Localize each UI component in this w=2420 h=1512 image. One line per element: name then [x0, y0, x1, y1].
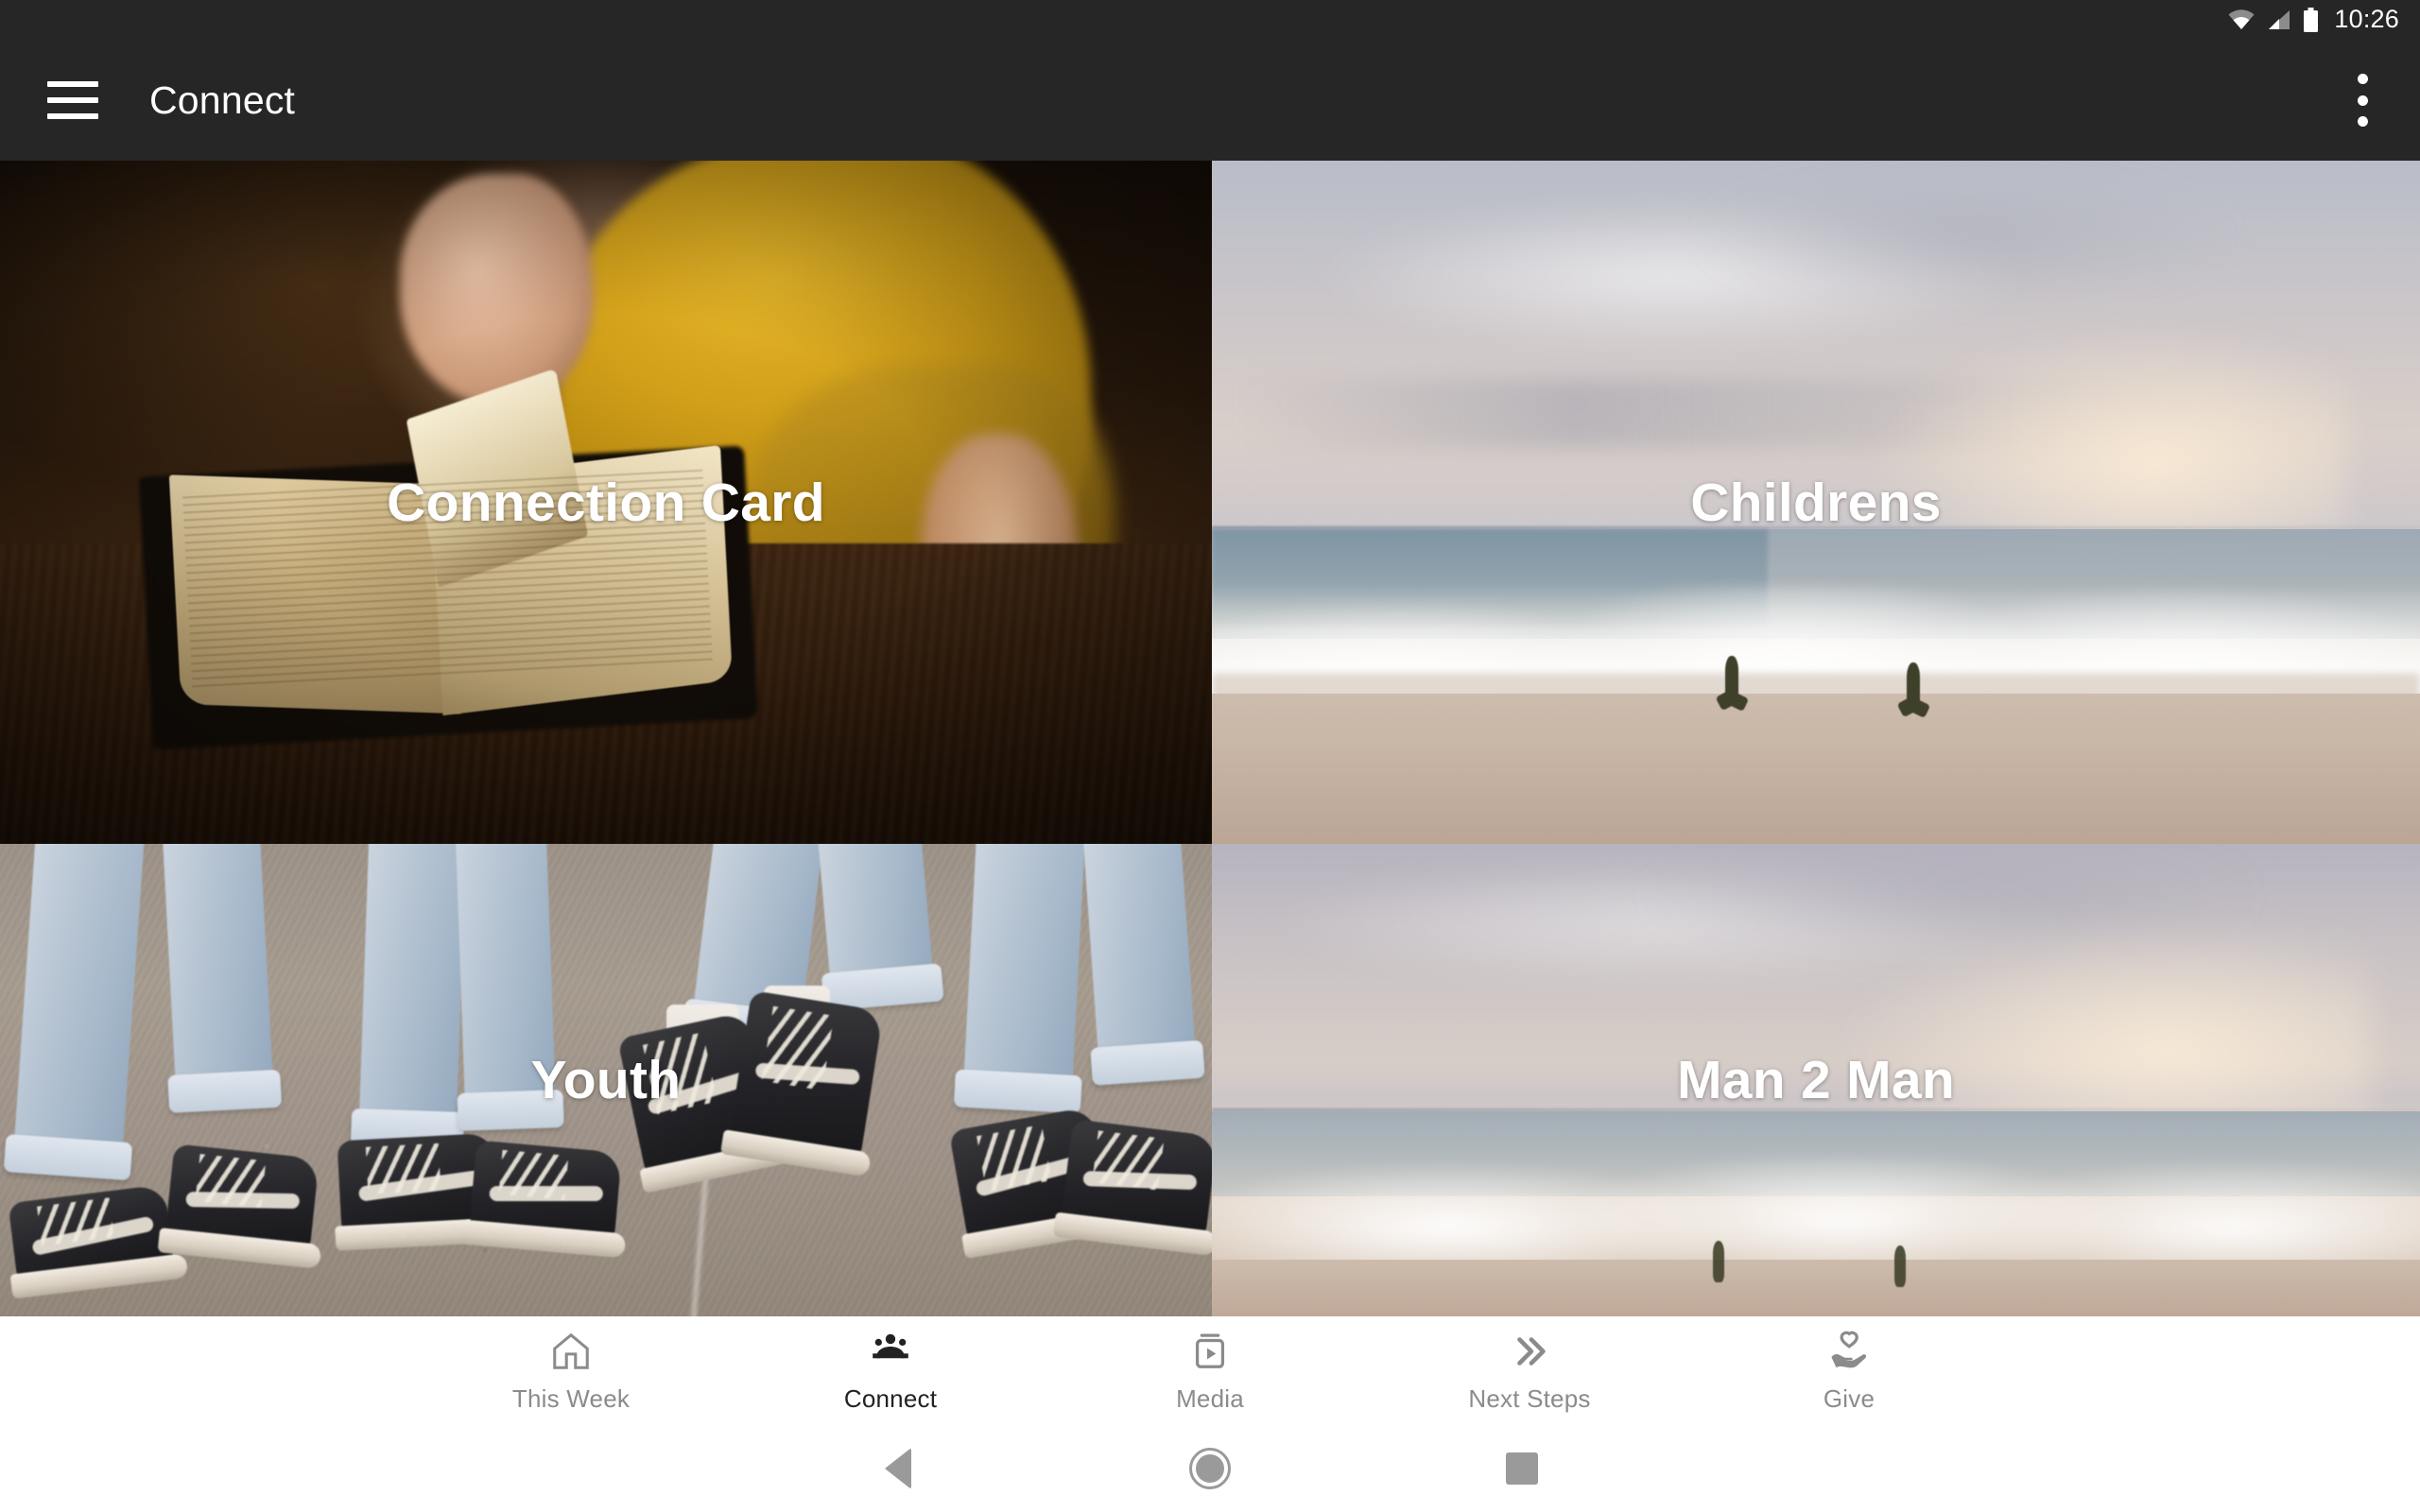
hamburger-menu-icon[interactable]: [47, 81, 98, 119]
nav-item-give[interactable]: Give: [1689, 1316, 2009, 1425]
tile-label: Man 2 Man: [1676, 1050, 1956, 1110]
double-chevron-right-icon: [1508, 1328, 1551, 1375]
nav-item-media[interactable]: Media: [1050, 1316, 1370, 1425]
tile-label: Youth: [530, 1050, 682, 1110]
status-bar-time: 10:26: [2334, 4, 2399, 33]
nav-label: This Week: [511, 1384, 631, 1413]
nav-label: Connect: [843, 1384, 938, 1413]
cell-signal-icon: [2267, 9, 2291, 31]
nav-item-this-week[interactable]: This Week: [411, 1316, 731, 1425]
wifi-icon: [2227, 9, 2256, 31]
people-group-icon: [869, 1328, 912, 1375]
nav-item-connect[interactable]: Connect: [731, 1316, 1050, 1425]
app-bar: Connect: [0, 40, 2420, 161]
tile-connection-card[interactable]: Connection Card: [0, 161, 1212, 844]
hand-heart-icon: [1827, 1328, 1871, 1375]
home-circle-icon[interactable]: [1054, 1448, 1366, 1489]
app-root: 10:26 Connect Connection Card Childrens …: [0, 0, 2420, 1512]
page-title: Connect: [149, 77, 296, 122]
nav-item-next-steps[interactable]: Next Steps: [1370, 1316, 1689, 1425]
tile-youth[interactable]: Youth: [0, 844, 1212, 1316]
more-vertical-icon[interactable]: [2341, 74, 2384, 127]
video-play-icon: [1188, 1328, 1232, 1375]
recents-square-icon[interactable]: [1366, 1452, 1678, 1485]
nav-label: Media: [1176, 1384, 1244, 1413]
battery-icon: [2303, 8, 2319, 32]
tile-childrens[interactable]: Childrens: [1212, 161, 2420, 844]
nav-label: Next Steps: [1468, 1384, 1591, 1413]
bottom-navigation-bar: This Week Connect Media Next Steps Give: [0, 1316, 2420, 1425]
tile-label: Childrens: [1690, 472, 1942, 533]
connect-tile-grid: Connection Card Childrens Youth Man 2 Ma…: [0, 161, 2420, 1316]
nav-label: Give: [1823, 1384, 1876, 1413]
tile-label: Connection Card: [387, 472, 825, 533]
status-bar: 10:26: [0, 0, 2420, 40]
back-triangle-icon[interactable]: [742, 1448, 1054, 1489]
home-icon: [549, 1328, 593, 1375]
tile-man-2-man[interactable]: Man 2 Man: [1212, 844, 2420, 1316]
android-system-navigation: [0, 1425, 2420, 1512]
